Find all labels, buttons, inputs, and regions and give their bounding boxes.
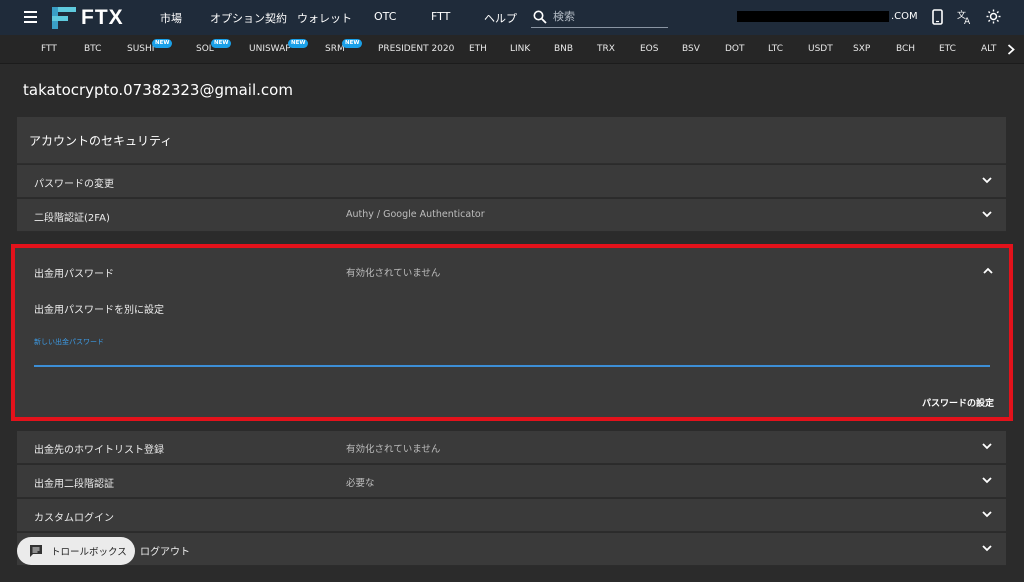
ticker-item-ftt[interactable]: FTT — [41, 44, 57, 54]
ticker-item-sxp[interactable]: SXP — [853, 44, 870, 54]
nav-ftt[interactable]: FTT — [431, 10, 450, 23]
nav-wallet[interactable]: ウォレット — [297, 10, 352, 26]
top-navbar: FTX 市場 オプション契約 ウォレット OTC FTT ヘルプ .COM 文A — [0, 0, 1024, 35]
withdrawal-password-panel: 出金用パスワード 有効化されていません 出金用パスワードを別に設定 新しい出金パ… — [11, 244, 1013, 421]
nav-otc[interactable]: OTC — [374, 10, 396, 23]
mobile-icon[interactable] — [932, 9, 943, 25]
row-two-factor-auth[interactable]: 二段階認証(2FA) Authy / Google Authenticator — [17, 199, 1006, 232]
row-label: カスタムログイン — [34, 513, 114, 524]
ticker-item-uniswap[interactable]: UNISWAP — [249, 44, 291, 54]
row-label: 二段階認証(2FA) — [34, 213, 110, 224]
ticker-item-bch[interactable]: BCH — [896, 44, 915, 54]
ticker-item-btc[interactable]: BTC — [84, 44, 101, 54]
row-label: 出金先のホワイトリスト登録 — [34, 445, 164, 456]
withdrawal-password-subtitle: 出金用パスワードを別に設定 — [34, 305, 164, 316]
row-withdrawal-whitelist[interactable]: 出金先のホワイトリスト登録 有効化されていません — [17, 431, 1006, 464]
ticker-item-bsv[interactable]: BSV — [682, 44, 700, 54]
chevron-down-icon[interactable] — [982, 177, 992, 184]
ticker-item-alt[interactable]: ALT — [981, 44, 996, 54]
chevron-down-icon[interactable] — [982, 443, 992, 450]
account-menu[interactable]: .COM — [737, 10, 918, 23]
chat-icon — [30, 545, 42, 557]
search-icon — [533, 10, 547, 24]
search-input[interactable] — [553, 8, 663, 24]
redacted-account-name — [737, 11, 889, 22]
trollbox-label: トロールボックス — [51, 547, 127, 558]
ticker-item-ltc[interactable]: LTC — [768, 44, 783, 54]
translate-icon[interactable]: 文A — [957, 9, 973, 25]
ticker-item-sushi[interactable]: SUSHI — [127, 44, 154, 54]
ticker-item-eth[interactable]: ETH — [469, 44, 487, 54]
new-withdrawal-password-input[interactable] — [34, 348, 990, 367]
new-badge: NEW — [211, 39, 232, 48]
row-custom-login[interactable]: カスタムログイン — [17, 499, 1006, 532]
row-label: 出金用二段階認証 — [34, 479, 114, 490]
security-card-header: アカウントのセキュリティ — [17, 117, 1006, 164]
ticker-item-link[interactable]: LINK — [510, 44, 530, 54]
nav-markets[interactable]: 市場 — [160, 10, 182, 26]
new-badge: NEW — [288, 39, 309, 48]
ticker-item-eos[interactable]: EOS — [640, 44, 658, 54]
chevron-down-icon[interactable] — [982, 477, 992, 484]
row-logout[interactable]: ログアウト — [17, 533, 1006, 566]
chevron-down-icon[interactable] — [982, 545, 992, 552]
row-label: パスワードの変更 — [34, 179, 114, 190]
ticker-item-etc[interactable]: ETC — [939, 44, 956, 54]
ticker-item-trx[interactable]: TRX — [597, 44, 615, 54]
security-title: アカウントのセキュリティ — [29, 134, 173, 148]
ticker-item-president-2020[interactable]: PRESIDENT 2020 — [378, 44, 454, 54]
ticker-item-usdt[interactable]: USDT — [808, 44, 833, 54]
menu-icon[interactable] — [24, 11, 37, 23]
row-change-password[interactable]: パスワードの変更 — [17, 165, 1006, 198]
ftx-logo[interactable]: FTX — [52, 6, 124, 30]
chevron-right-icon — [1007, 44, 1015, 55]
row-withdrawal-2fa[interactable]: 出金用二段階認証 必要な — [17, 465, 1006, 498]
new-badge: NEW — [342, 39, 363, 48]
new-badge: NEW — [152, 39, 173, 48]
nav-options[interactable]: オプション契約 — [210, 10, 287, 26]
row-value: Authy / Google Authenticator — [346, 209, 485, 220]
withdrawal-password-status: 有効化されていません — [346, 268, 441, 279]
ftx-logo-mark — [52, 7, 76, 29]
set-password-button[interactable]: パスワードの設定 — [922, 396, 994, 409]
chevron-down-icon[interactable] — [982, 511, 992, 518]
row-label: ログアウト — [140, 547, 190, 558]
logo-text: FTX — [81, 6, 124, 29]
row-value: 必要な — [346, 478, 375, 489]
ticker-item-bnb[interactable]: BNB — [554, 44, 573, 54]
ticker-item-dot[interactable]: DOT — [725, 44, 745, 54]
chevron-up-icon[interactable] — [983, 267, 993, 274]
chevron-down-icon[interactable] — [982, 211, 992, 218]
row-value: 有効化されていません — [346, 444, 441, 455]
market-ticker: FTT BTC SUSHI NEW SOL NEW UNISWAP NEW SR… — [0, 35, 1024, 64]
ticker-scroll-button[interactable] — [1001, 35, 1024, 63]
account-suffix: .COM — [891, 11, 918, 22]
trollbox-button[interactable]: トロールボックス — [17, 537, 135, 565]
nav-help[interactable]: ヘルプ — [484, 10, 517, 26]
svg-text:A: A — [964, 17, 971, 25]
theme-toggle-icon[interactable] — [986, 9, 1001, 24]
new-withdrawal-password-label: 新しい出金パスワード — [34, 338, 104, 346]
search-box[interactable] — [531, 6, 668, 28]
account-email: takatocrypto.07382323@gmail.com — [23, 81, 293, 99]
withdrawal-password-label: 出金用パスワード — [34, 269, 114, 280]
